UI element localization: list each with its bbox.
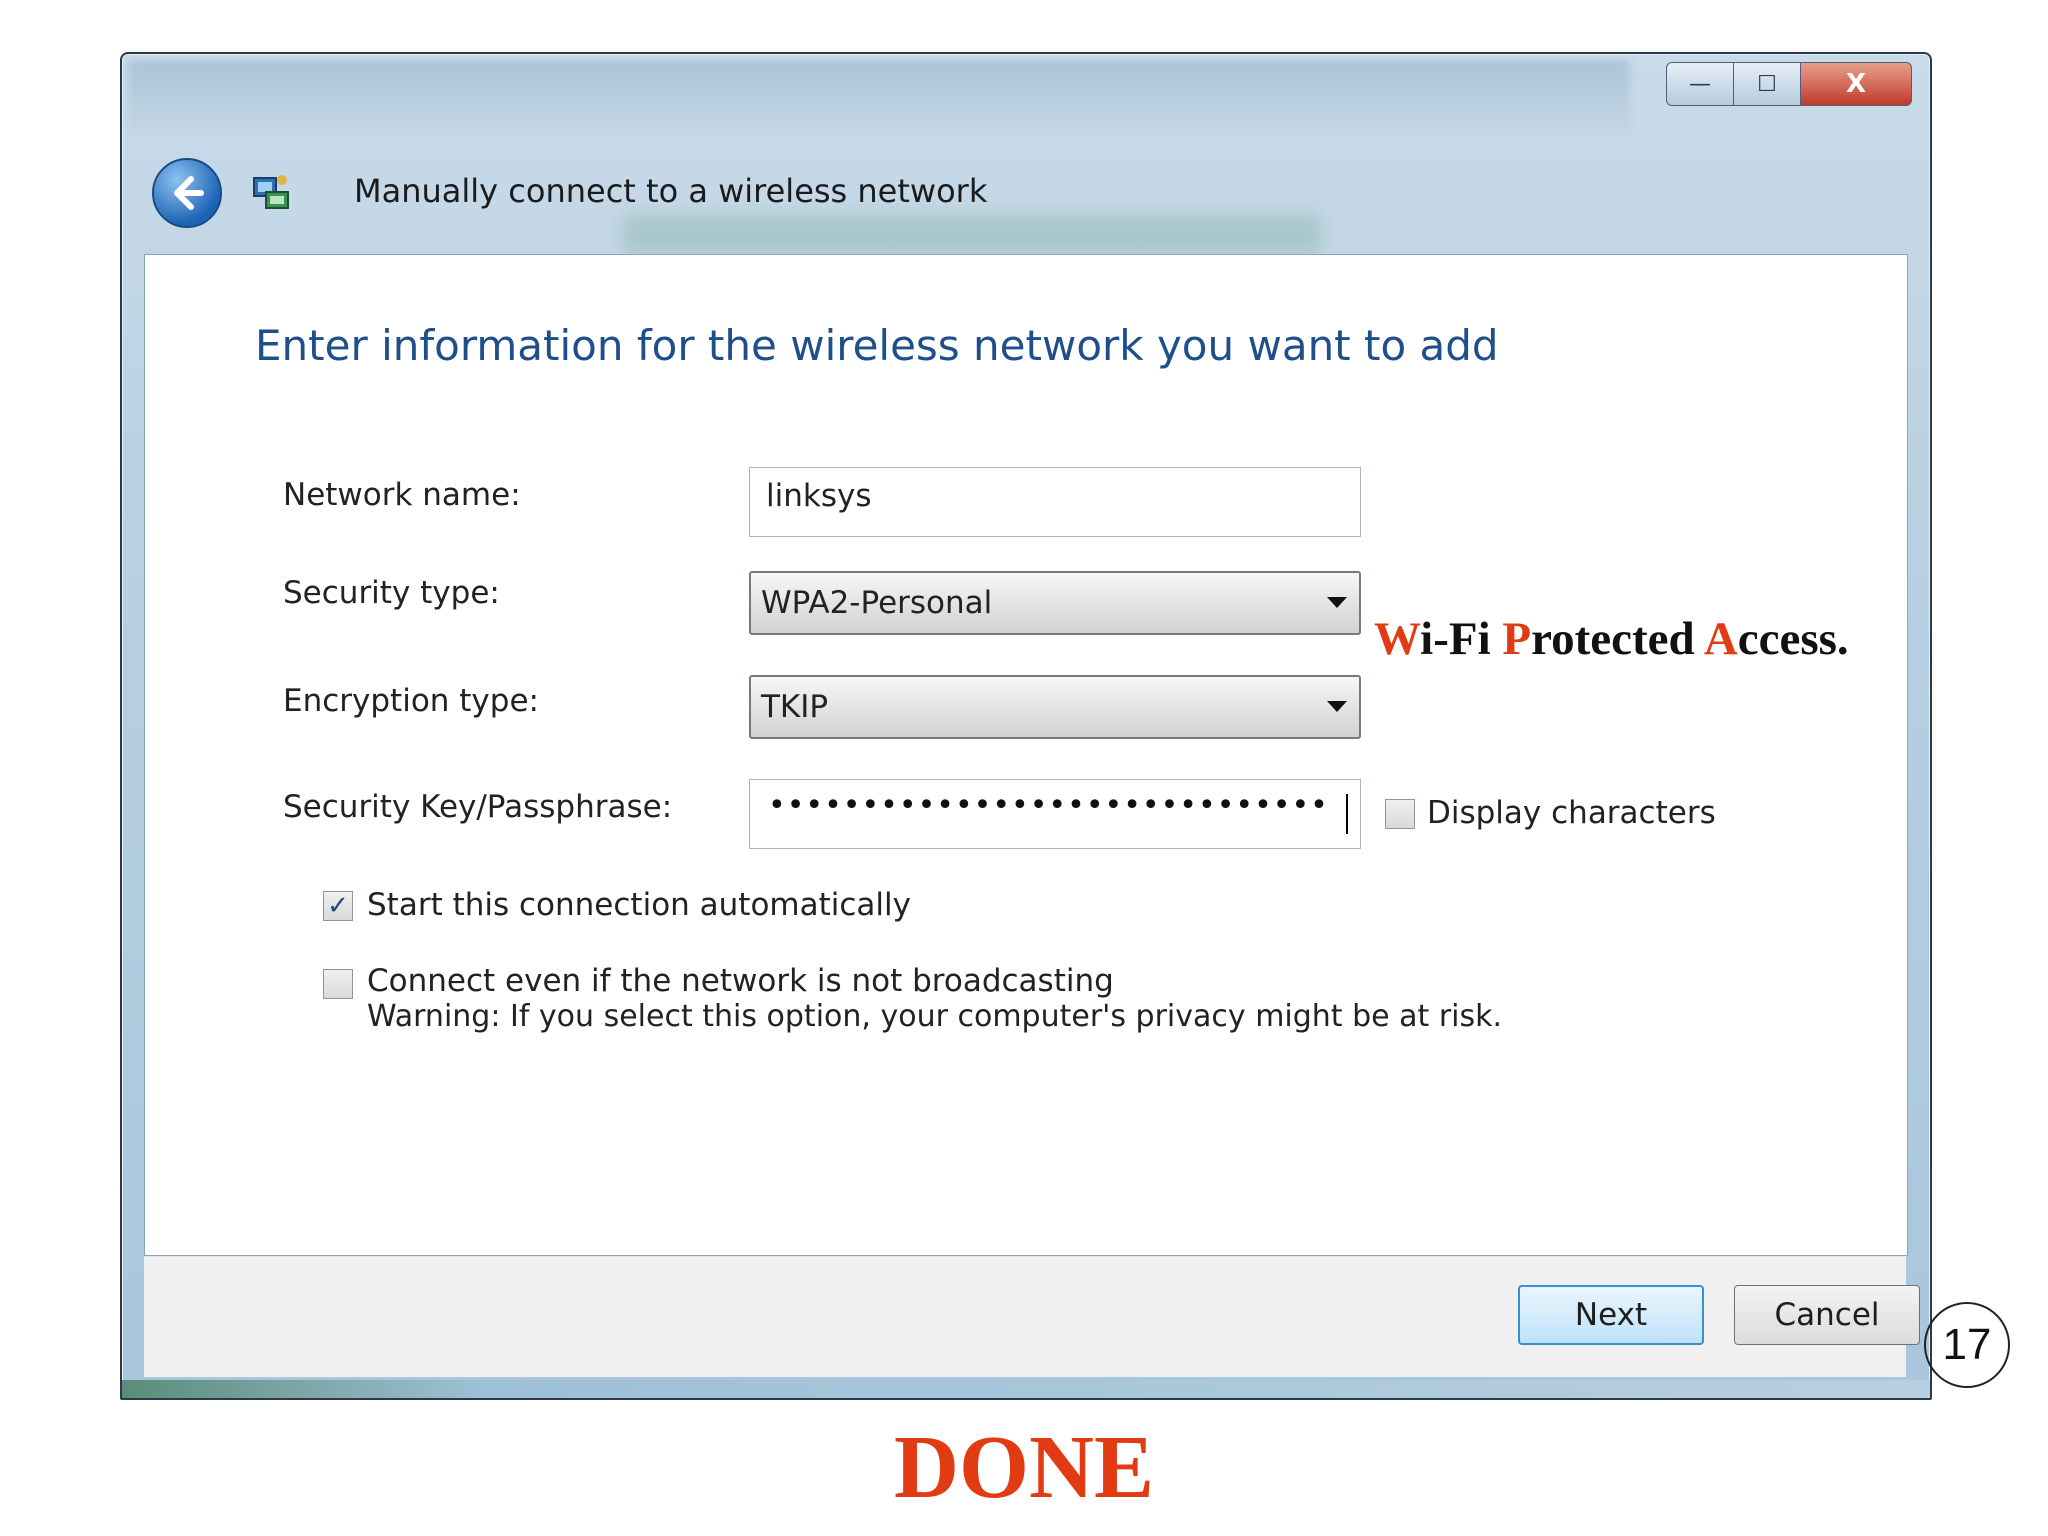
- chevron-down-icon: [1327, 597, 1347, 608]
- maximize-button[interactable]: ☐: [1733, 62, 1801, 106]
- wpa-annotation: Wi-Fi Protected Access.: [1374, 612, 1849, 666]
- encryption-type-value: TKIP: [761, 689, 829, 725]
- wizard-content: Enter information for the wireless netwo…: [144, 254, 1908, 1256]
- wpa-text-2: rotected: [1531, 613, 1704, 665]
- network-name-label: Network name:: [283, 477, 521, 513]
- close-button[interactable]: X: [1801, 62, 1912, 106]
- security-type-select[interactable]: WPA2-Personal: [749, 571, 1361, 635]
- wpa-letter-a: A: [1703, 613, 1738, 665]
- connect-not-broadcasting-checkbox[interactable]: [323, 969, 353, 999]
- dialog-window: — ☐ X Manually connect to a wireless net…: [120, 52, 1932, 1400]
- encryption-type-label: Encryption type:: [283, 683, 539, 719]
- page-heading: Enter information for the wireless netwo…: [255, 321, 1499, 370]
- next-button[interactable]: Next: [1518, 1285, 1704, 1345]
- passphrase-input[interactable]: ••••••••••••••••••••••••••••••: [749, 779, 1361, 849]
- blurred-address-bar: [128, 60, 1630, 130]
- wpa-text-1: i-Fi: [1420, 613, 1503, 665]
- security-type-value: WPA2-Personal: [761, 585, 993, 621]
- text-caret: [1346, 794, 1348, 834]
- caption-buttons: — ☐ X: [1666, 62, 1912, 106]
- start-automatically-label: Start this connection automatically: [367, 887, 911, 923]
- chevron-down-icon: [1327, 701, 1347, 712]
- wpa-letter-w: W: [1374, 613, 1421, 665]
- network-wizard-icon: [250, 170, 294, 214]
- start-automatically-checkbox[interactable]: ✓: [323, 891, 353, 921]
- blurred-background: [622, 214, 1322, 254]
- display-characters-checkbox[interactable]: [1385, 799, 1415, 829]
- privacy-warning: Warning: If you select this option, your…: [367, 999, 1503, 1034]
- passphrase-mask: ••••••••••••••••••••••••••••••: [768, 788, 1329, 823]
- wpa-letter-p: P: [1502, 613, 1532, 665]
- wizard-footer: Next Cancel: [144, 1256, 1920, 1377]
- window-bottom-edge: [122, 1380, 1930, 1398]
- network-name-input[interactable]: linksys: [749, 467, 1361, 537]
- passphrase-label: Security Key/Passphrase:: [283, 789, 673, 825]
- cancel-button[interactable]: Cancel: [1734, 1285, 1920, 1345]
- display-characters-label: Display characters: [1427, 795, 1716, 831]
- page-number: 17: [1924, 1302, 2010, 1388]
- connect-not-broadcasting-label: Connect even if the network is not broad…: [367, 963, 1114, 999]
- done-caption: DONE: [893, 1418, 1155, 1517]
- security-type-label: Security type:: [283, 575, 500, 611]
- encryption-type-select[interactable]: TKIP: [749, 675, 1361, 739]
- window-title: Manually connect to a wireless network: [354, 172, 988, 210]
- wpa-text-3: ccess.: [1737, 613, 1849, 665]
- minimize-button[interactable]: —: [1666, 62, 1733, 106]
- back-arrow-icon[interactable]: [152, 158, 222, 228]
